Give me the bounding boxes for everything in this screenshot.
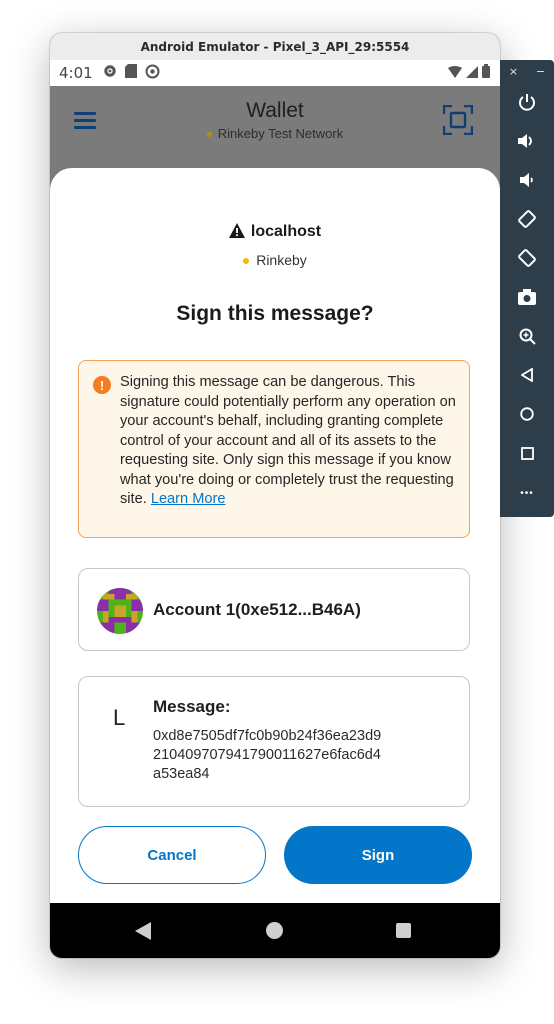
message-body: 0xd8e7505df7fc0b90b24f36ea23d9 210409707… — [153, 727, 453, 784]
rotate-left-icon[interactable] — [500, 206, 554, 232]
cancel-button[interactable]: Cancel — [78, 826, 266, 884]
message-line: 210409707941790011627e6fac6d4 — [153, 747, 381, 763]
zoom-icon[interactable] — [500, 323, 554, 349]
volume-up-icon[interactable] — [500, 128, 554, 154]
account-avatar — [97, 588, 143, 634]
status-time: 4:01 — [59, 64, 93, 82]
nav-recents-icon[interactable] — [396, 923, 411, 938]
close-icon[interactable]: × — [509, 65, 518, 83]
network-name: Rinkeby Test Network — [217, 126, 344, 141]
warning-message: Signing this message can be dangerous. T… — [120, 374, 456, 507]
minimize-icon[interactable]: − — [536, 65, 545, 83]
emulator-title: Android Emulator - Pixel_3_API_29:5554 — [140, 39, 410, 54]
status-bar: 4:01 — [50, 60, 500, 86]
rotate-right-icon[interactable] — [500, 245, 554, 271]
exclamation-icon: ! — [93, 376, 111, 394]
battery-icon — [482, 64, 490, 82]
app-header: Wallet Rinkeby Test Network — [50, 86, 500, 171]
origin-host: localhost — [250, 223, 322, 240]
chain-row: Rinkeby — [50, 252, 500, 268]
sd-card-icon — [124, 64, 137, 82]
camera-icon[interactable] — [500, 284, 554, 310]
settings-icon — [103, 64, 117, 82]
more-options-icon[interactable]: ••• — [500, 480, 554, 506]
account-label: Account 1(0xe512...B46A) — [153, 600, 361, 619]
emulator-titlebar: Android Emulator - Pixel_3_API_29:5554 — [50, 33, 500, 61]
message-glyph: L — [113, 705, 126, 730]
warning-text: Signing this message can be dangerous. T… — [120, 373, 460, 510]
network-indicator[interactable]: Rinkeby Test Network — [50, 126, 500, 141]
page-title: Sign this message? — [176, 302, 374, 325]
sign-button[interactable]: Sign — [284, 826, 472, 884]
back-triangle-icon[interactable] — [500, 362, 554, 388]
signature-request-sheet: localhost Rinkeby Sign this message? ! S… — [50, 168, 500, 903]
danger-warning-box: ! Signing this message can be dangerous.… — [78, 360, 470, 538]
overview-square-icon[interactable] — [500, 440, 554, 466]
nav-back-icon[interactable] — [135, 922, 151, 945]
warning-triangle-icon — [228, 223, 245, 243]
android-nav-bar — [50, 903, 500, 958]
volume-down-icon[interactable] — [500, 167, 554, 193]
message-card: L Message: 0xd8e7505df7fc0b90b24f36ea23d… — [78, 676, 470, 807]
wallet-title: Wallet — [246, 99, 304, 122]
network-dot — [206, 132, 212, 138]
account-card: Account 1(0xe512...B46A) — [78, 568, 470, 651]
qr-scan-icon[interactable] — [442, 104, 474, 136]
home-circle-icon[interactable] — [500, 401, 554, 427]
emulator-window: Android Emulator - Pixel_3_API_29:5554 4… — [50, 33, 500, 958]
wifi-icon — [448, 64, 462, 82]
origin-row: localhost — [50, 223, 500, 243]
emulator-side-toolbar: × − ••• — [500, 60, 554, 517]
message-line: 0xd8e7505df7fc0b90b24f36ea23d9 — [153, 728, 382, 744]
power-icon[interactable] — [500, 89, 554, 115]
nav-home-icon[interactable] — [266, 922, 283, 939]
chain-name: Rinkeby — [256, 252, 307, 268]
learn-more-link[interactable]: Learn More — [151, 491, 226, 507]
message-line: a53ea84 — [153, 766, 210, 782]
signal-icon — [466, 64, 478, 82]
message-label: Message: — [153, 697, 231, 716]
chain-dot — [243, 258, 250, 265]
sync-icon — [145, 64, 160, 83]
